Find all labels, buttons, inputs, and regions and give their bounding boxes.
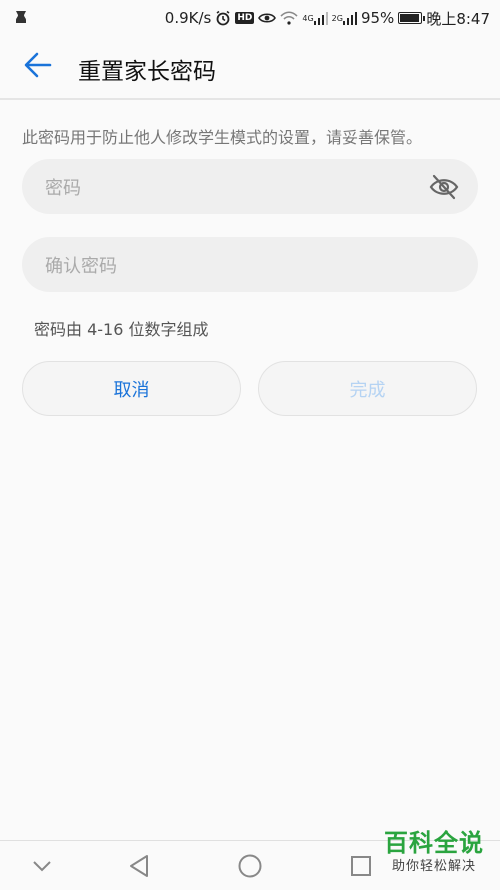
hd-voice-icon: HD: [235, 12, 255, 24]
signal-4g-icon: 4G: [302, 11, 328, 25]
password-field[interactable]: 密码: [22, 159, 478, 214]
battery-icon: [398, 12, 426, 24]
confirm-password-placeholder: 确认密码: [45, 255, 117, 277]
watermark-subtitle: 助你轻松解决: [391, 859, 476, 874]
confirm-password-field[interactable]: 确认密码: [22, 237, 478, 292]
alarm-icon: [215, 10, 231, 26]
watermark-logo: 百科全说 助你轻松解决: [378, 828, 490, 875]
status-bar: 0.9K/s HD 4G 2G 95% 晚上8:47: [0, 0, 500, 36]
chevron-down-icon[interactable]: [27, 851, 57, 881]
battery-percent: 95%: [360, 9, 395, 27]
password-placeholder: 密码: [45, 177, 81, 199]
recents-square-icon[interactable]: [346, 851, 376, 881]
clock: 晚上8:47: [426, 9, 490, 28]
back-triangle-icon[interactable]: [124, 851, 154, 881]
wifi-icon: [280, 11, 298, 25]
eye-off-icon[interactable]: [429, 173, 459, 201]
app-bar: 重置家长密码: [0, 36, 500, 100]
back-button[interactable]: [18, 50, 58, 84]
done-button[interactable]: 完成: [258, 361, 477, 416]
arrow-left-icon: [24, 52, 52, 82]
home-circle-icon[interactable]: [235, 851, 265, 881]
notification-icon: [12, 8, 30, 26]
description-text: 此密码用于防止他人修改学生模式的设置，请妥善保管。: [22, 128, 423, 147]
page-title: 重置家长密码: [78, 59, 216, 85]
password-hint: 密码由 4-16 位数字组成: [34, 320, 209, 339]
watermark-title: 百科全说: [384, 829, 484, 857]
network-speed: 0.9K/s: [164, 9, 212, 27]
signal-2g-icon: 2G: [332, 11, 357, 25]
cancel-button[interactable]: 取消: [22, 361, 241, 416]
eye-comfort-icon: [258, 11, 277, 25]
